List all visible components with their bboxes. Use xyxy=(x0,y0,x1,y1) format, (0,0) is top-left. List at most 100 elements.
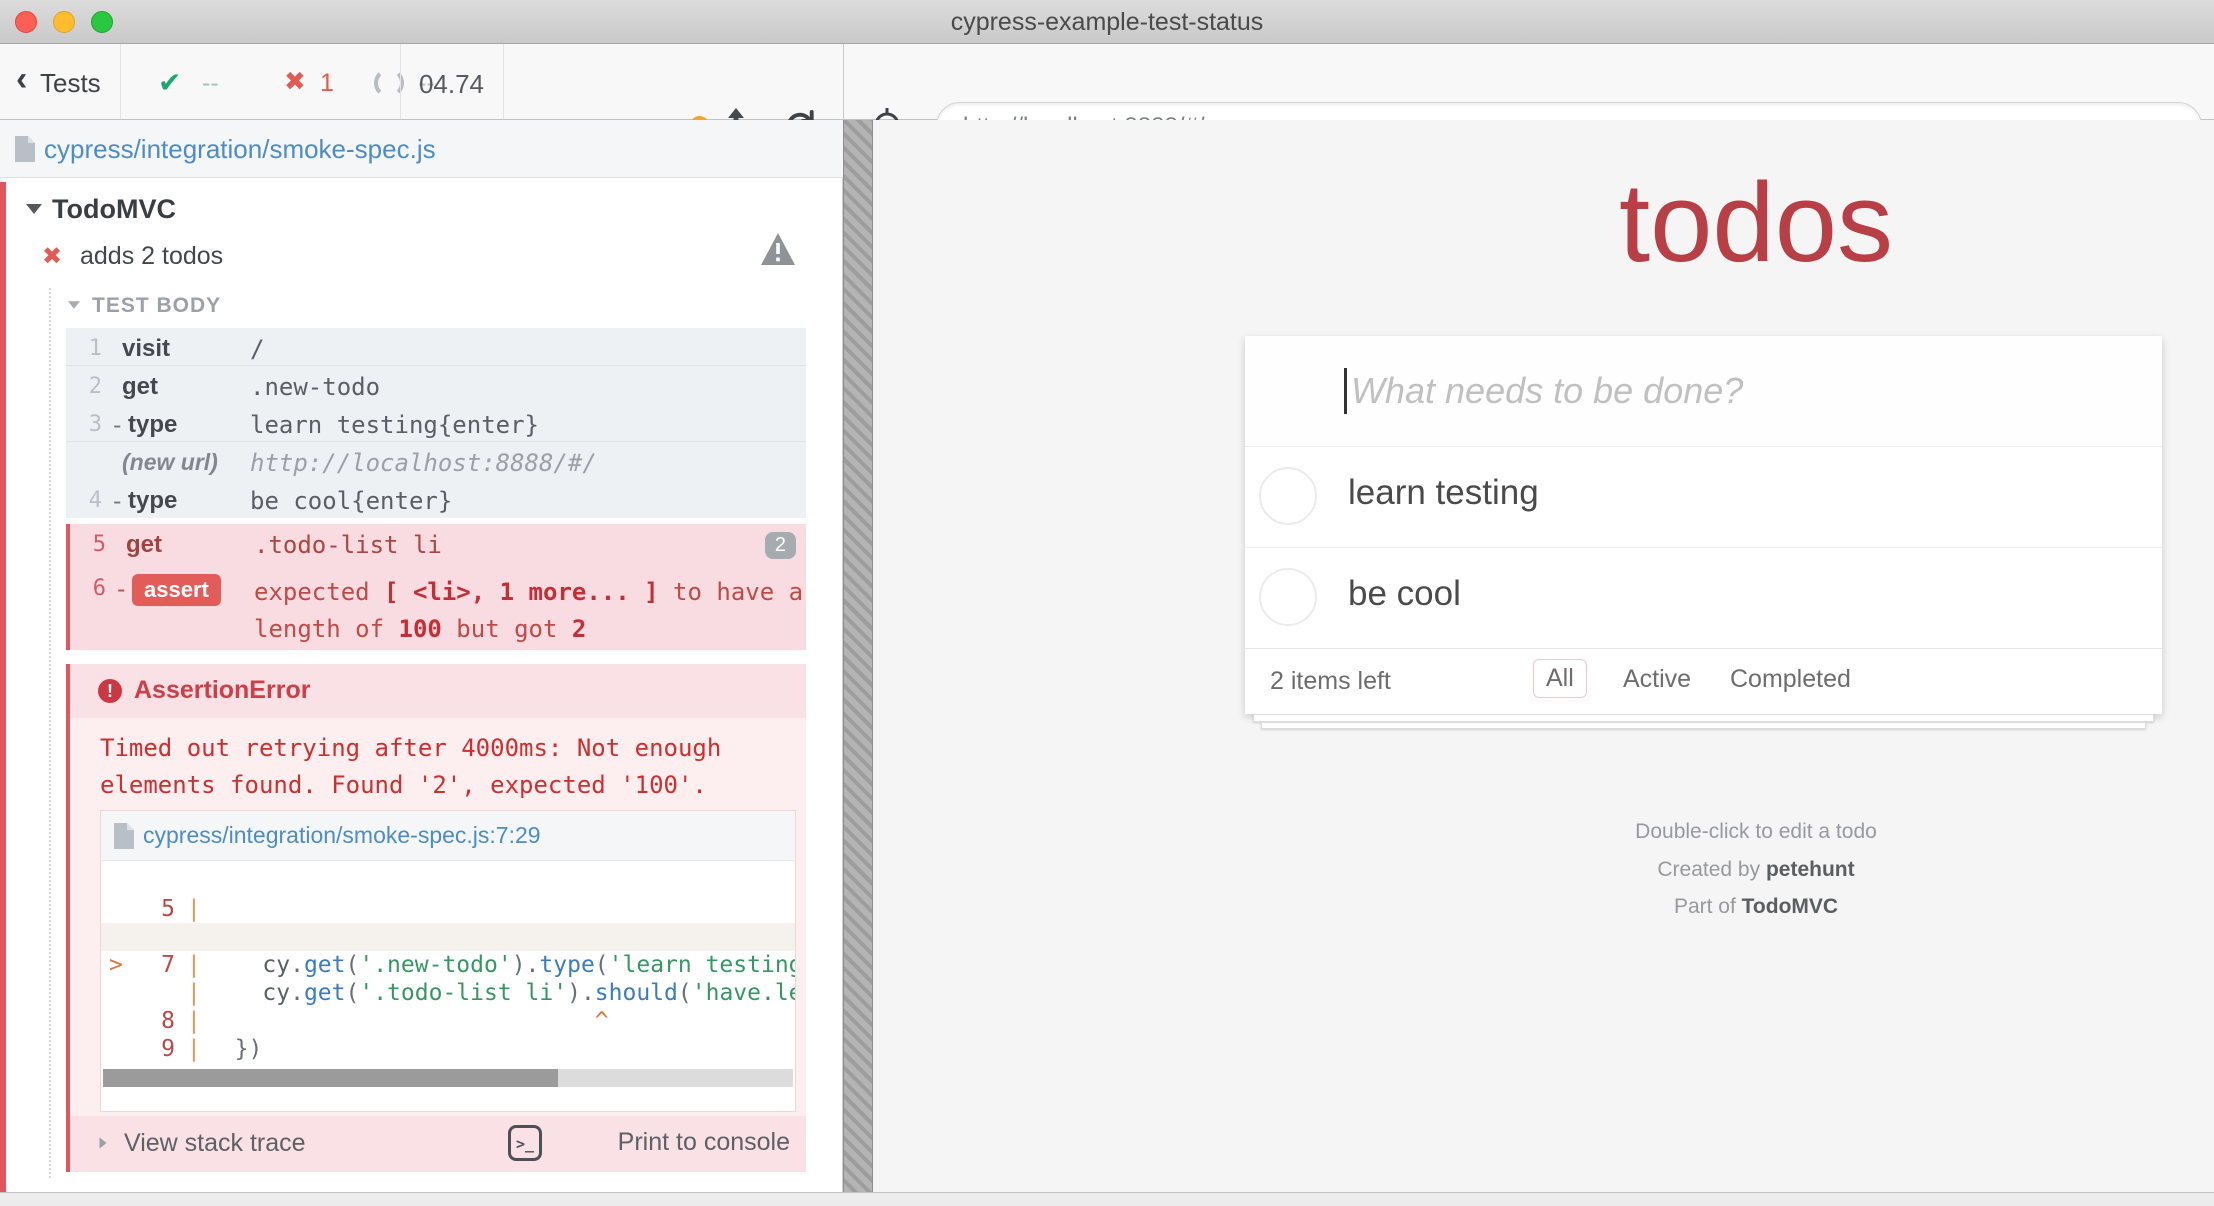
items-left-count: 2 items left xyxy=(1270,667,1391,696)
assertion-error-block: ! AssertionError Timed out retrying afte… xyxy=(66,664,806,1172)
todo-label[interactable]: learn testing xyxy=(1348,473,1539,513)
command-message: .todo-list li xyxy=(254,531,442,559)
code-frame-file-link[interactable]: cypress/integration/smoke-spec.js:7:29 xyxy=(143,822,541,849)
command-number: 1 xyxy=(66,336,102,361)
command-name: get xyxy=(126,531,162,559)
filter-completed[interactable]: Completed xyxy=(1730,665,1851,694)
error-footer: View stack trace >_ Print to console xyxy=(70,1116,806,1172)
toolbar-separator xyxy=(120,44,121,119)
scrollbar-thumb[interactable] xyxy=(103,1069,558,1087)
todos-app-title: todos xyxy=(1296,158,2214,287)
command-row[interactable]: 3 - type learn testing{enter} xyxy=(66,404,806,442)
command-name: visit xyxy=(122,335,170,363)
command-row-event[interactable]: (new url) http://localhost:8888/#/ xyxy=(66,442,806,480)
command-number: 6 xyxy=(70,576,106,601)
todo-item[interactable]: learn testing xyxy=(1245,446,2162,547)
credit-prefix: Created by xyxy=(1657,858,1766,881)
assert-badge: assert xyxy=(132,574,221,606)
failed-command-group: 5 get .todo-list li 2 6 - assert expecte… xyxy=(66,524,806,650)
assert-message-expected: [ <li>, 1 more... ] xyxy=(384,578,659,606)
author-link[interactable]: petehunt xyxy=(1766,858,1855,881)
todo-item[interactable]: be cool xyxy=(1245,547,2162,648)
filter-active[interactable]: Active xyxy=(1623,665,1691,694)
titlebar: cypress-example-test-status xyxy=(0,0,2214,44)
todo-toggle-checkbox[interactable] xyxy=(1259,568,1317,626)
failed-test-indicator-bar xyxy=(0,182,6,1192)
duplicate-count-badge: 2 xyxy=(765,532,796,559)
back-to-tests-button[interactable]: ‹ Tests xyxy=(0,44,120,119)
code-line: 5| cy.visit('/') xyxy=(101,867,795,895)
command-log: 1 visit / 2 get .new-todo 3 - type learn… xyxy=(66,328,806,518)
app-credit-text: Created by petehunt xyxy=(1296,858,2214,882)
code-frame: cypress/integration/smoke-spec.js:7:29 5… xyxy=(100,810,796,1112)
test-row[interactable]: ✖ adds 2 todos xyxy=(0,238,800,278)
chevron-right-icon xyxy=(100,1137,107,1148)
command-row-assert[interactable]: 6 - assert expected [ <li>, 1 more... ] … xyxy=(70,568,806,650)
view-stack-trace-label: View stack trace xyxy=(124,1129,306,1158)
app-hint-text: Double-click to edit a todo xyxy=(1296,820,2214,844)
code-frame-header: cypress/integration/smoke-spec.js:7:29 xyxy=(101,811,795,861)
text-cursor xyxy=(1344,368,1347,414)
suite-title: TodoMVC xyxy=(52,194,176,225)
code-snippet: 5| cy.visit('/') 6| cy.get('.new-todo').… xyxy=(101,867,795,1063)
event-message: http://localhost:8888/#/ xyxy=(250,449,597,477)
app-under-test-panel: todos What needs to be done? learn testi… xyxy=(873,120,2214,1206)
code-line: 8| }) xyxy=(101,979,795,1007)
partof-prefix: Part of xyxy=(1674,895,1742,918)
assert-message-length: 100 xyxy=(399,615,442,643)
stacked-paper-edge xyxy=(1261,722,2146,729)
assert-message-part: expected xyxy=(254,578,384,606)
command-number: 5 xyxy=(70,532,106,557)
new-todo-placeholder: What needs to be done? xyxy=(1351,370,1743,412)
command-name: type xyxy=(128,411,177,439)
print-to-console-label: Print to console xyxy=(618,1128,790,1157)
code-line: 6| cy.get('.new-todo').type('learn testi… xyxy=(101,895,795,923)
chevron-left-icon: ‹ xyxy=(16,60,27,99)
toolbar-separator xyxy=(843,44,844,120)
suite-row[interactable]: TodoMVC xyxy=(0,192,800,232)
code-line-caret: | ^ xyxy=(101,951,795,979)
window-title: cypress-example-test-status xyxy=(0,0,2214,44)
todo-label[interactable]: be cool xyxy=(1348,574,1461,614)
spec-file-link[interactable]: cypress/integration/smoke-spec.js xyxy=(44,134,436,165)
app-partof-text: Part of TodoMVC xyxy=(1296,895,2214,919)
error-icon: ! xyxy=(98,679,122,703)
code-line: 9| }) xyxy=(101,1007,795,1035)
assert-message-actual: 2 xyxy=(572,615,586,643)
error-name: AssertionError xyxy=(134,676,310,705)
test-duration: 04.74 xyxy=(400,69,503,100)
warning-triangle-icon xyxy=(760,232,796,266)
command-number: 2 xyxy=(66,374,102,399)
horizontal-scrollbar[interactable] xyxy=(103,1069,793,1087)
chevron-down-icon xyxy=(68,301,80,309)
command-row[interactable]: 4 - type be cool{enter} xyxy=(66,480,806,518)
command-name: type xyxy=(128,487,177,515)
command-message: / xyxy=(250,335,264,363)
command-row-failed[interactable]: 5 get .todo-list li 2 xyxy=(70,524,806,568)
test-body-label: TEST BODY xyxy=(92,294,221,318)
terminal-icon: >_ xyxy=(508,1125,542,1161)
stacked-paper-edge xyxy=(1253,714,2154,722)
test-body-toggle[interactable]: TEST BODY xyxy=(0,292,500,322)
command-message: .new-todo xyxy=(250,373,380,401)
command-message: be cool{enter} xyxy=(250,487,452,515)
toolbar-separator xyxy=(503,44,504,119)
command-row[interactable]: 2 get .new-todo xyxy=(66,366,806,404)
new-todo-input[interactable]: What needs to be done? xyxy=(1245,336,2162,446)
todo-toggle-checkbox[interactable] xyxy=(1259,467,1317,525)
chevron-down-icon xyxy=(26,204,42,214)
command-message: learn testing{enter} xyxy=(250,411,539,439)
panel-resizer-handle[interactable] xyxy=(843,120,873,1206)
command-row[interactable]: 1 visit / xyxy=(66,328,806,366)
assert-message: expected [ <li>, 1 more... ] to have a l… xyxy=(254,574,806,648)
code-line-highlighted: >7| cy.get('.todo-list li').should('have… xyxy=(101,923,795,951)
toolbar: ‹ Tests ✔ -- ✖ 1 -- 04.74 xyxy=(0,44,2214,120)
child-command-dash: - xyxy=(110,487,124,515)
todomvc-link[interactable]: TodoMVC xyxy=(1742,895,1838,918)
spec-header: cypress/integration/smoke-spec.js xyxy=(0,120,843,178)
command-name: get xyxy=(122,373,158,401)
event-name: (new url) xyxy=(122,449,218,476)
error-message: Timed out retrying after 4000ms: Not eno… xyxy=(100,730,770,804)
filter-all[interactable]: All xyxy=(1533,659,1587,698)
app-window: cypress-example-test-status ‹ Tests ✔ --… xyxy=(0,0,2214,1206)
